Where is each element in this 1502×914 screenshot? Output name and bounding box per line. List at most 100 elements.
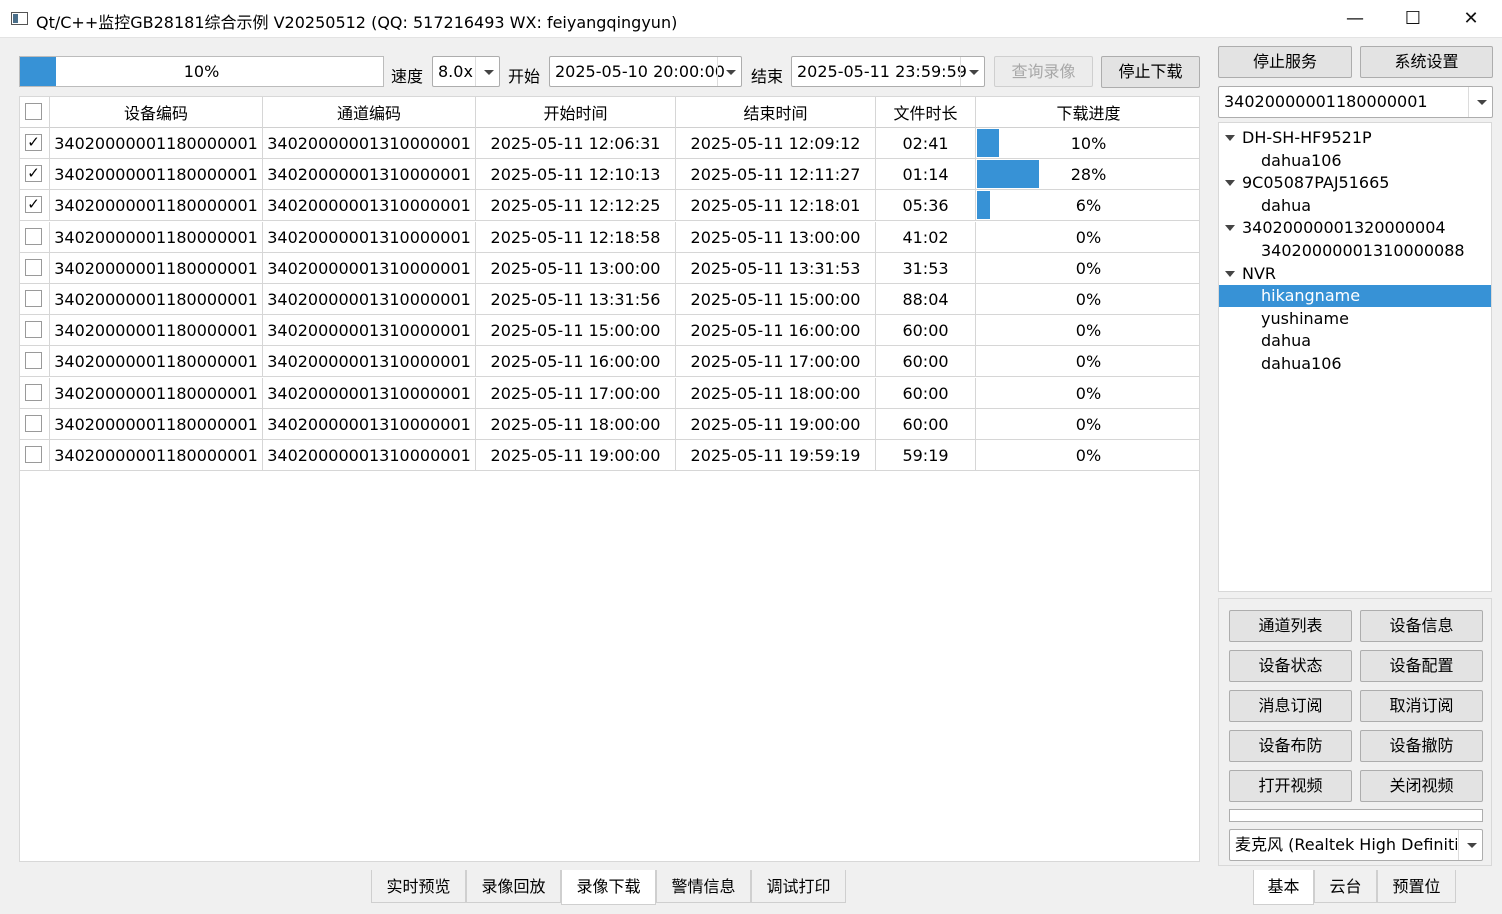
row-checkbox[interactable] <box>25 227 42 245</box>
start-datetime-input[interactable]: 2025-05-10 20:00:00 <box>549 56 742 87</box>
cell-download-progress: 0% <box>976 409 1199 440</box>
device-config-button[interactable]: 设备配置 <box>1360 650 1483 682</box>
recording-table: 设备编码 通道编码 开始时间 结束时间 文件时长 下载进度 ✓ 340200000… <box>19 96 1200 862</box>
tree-leaf-node[interactable]: dahua106 <box>1219 353 1491 375</box>
tree-leaf-node[interactable]: dahua <box>1219 195 1491 217</box>
speed-select[interactable]: 8.0x <box>432 56 500 87</box>
device-select[interactable]: 34020000001180000001 <box>1218 86 1493 118</box>
disarm-device-button[interactable]: 设备撤防 <box>1360 730 1483 762</box>
row-checkbox[interactable] <box>25 414 42 432</box>
expand-arrow-icon[interactable] <box>1225 180 1235 187</box>
cell-end-time: 2025-05-11 13:00:00 <box>676 221 876 253</box>
row-checkbox-cell[interactable]: ✓ <box>20 159 50 191</box>
close-button[interactable]: ✕ <box>1442 0 1500 38</box>
tree-group-node[interactable]: NVR <box>1219 263 1491 285</box>
table-row[interactable]: 34020000001180000001 34020000001310000001… <box>20 408 1199 440</box>
select-all-checkbox[interactable] <box>25 103 42 120</box>
unsubscribe-button[interactable]: 取消订阅 <box>1360 690 1483 722</box>
expand-arrow-icon[interactable] <box>1225 270 1235 277</box>
tab-preset[interactable]: 预置位 <box>1377 870 1456 903</box>
table-row[interactable]: 34020000001180000001 34020000001310000001… <box>20 315 1199 347</box>
arm-device-button[interactable]: 设备布防 <box>1229 730 1352 762</box>
audio-device-select[interactable]: 麦克风 (Realtek High Definiti <box>1229 829 1483 861</box>
row-checkbox[interactable] <box>25 321 42 339</box>
tree-group-node[interactable]: 34020000001320000004 <box>1219 217 1491 239</box>
device-info-button[interactable]: 设备信息 <box>1360 610 1483 642</box>
cell-device-code: 34020000001180000001 <box>50 440 263 471</box>
stop-service-button[interactable]: 停止服务 <box>1218 46 1352 78</box>
table-row[interactable]: 34020000001180000001 34020000001310000001… <box>20 346 1199 378</box>
end-datetime-input[interactable]: 2025-05-11 23:59:59 <box>791 56 985 87</box>
table-row[interactable]: ✓ 34020000001180000001 3402000000131000000… <box>20 159 1199 191</box>
volume-slider[interactable] <box>1229 809 1483 822</box>
row-checkbox[interactable] <box>25 383 42 401</box>
stop-download-button[interactable]: 停止下载 <box>1101 56 1200 88</box>
table-row[interactable]: 34020000001180000001 34020000001310000001… <box>20 440 1199 471</box>
table-row[interactable]: ✓ 34020000001180000001 3402000000131000000… <box>20 190 1199 222</box>
table-row[interactable]: 34020000001180000001 34020000001310000001… <box>20 377 1199 409</box>
row-checkbox-cell[interactable] <box>20 284 50 315</box>
row-checkbox[interactable] <box>25 352 42 370</box>
system-settings-button[interactable]: 系统设置 <box>1360 46 1493 78</box>
tree-group-node[interactable]: 9C05087PAJ51665 <box>1219 172 1491 194</box>
cell-download-progress: 0% <box>976 253 1199 284</box>
cell-device-code: 34020000001180000001 <box>50 315 263 347</box>
device-status-button[interactable]: 设备状态 <box>1229 650 1352 682</box>
row-checkbox-cell[interactable]: ✓ <box>20 190 50 222</box>
minimize-button[interactable]: — <box>1326 0 1384 38</box>
header-download-progress[interactable]: 下载进度 <box>976 97 1199 128</box>
table-row[interactable]: 34020000001180000001 34020000001310000001… <box>20 252 1199 284</box>
header-end-time[interactable]: 结束时间 <box>676 97 876 128</box>
tree-group-node[interactable]: DH-SH-HF9521P <box>1219 127 1491 149</box>
header-start-time[interactable]: 开始时间 <box>476 97 676 128</box>
row-checkbox[interactable] <box>25 446 42 463</box>
select-all-cell[interactable] <box>20 97 50 128</box>
maximize-button[interactable]: ☐ <box>1384 0 1442 38</box>
row-checkbox-cell[interactable] <box>20 315 50 347</box>
close-video-button[interactable]: 关闭视频 <box>1360 770 1483 802</box>
query-recording-button[interactable]: 查询录像 <box>994 56 1093 87</box>
tree-node-label: NVR <box>1242 263 1277 283</box>
header-duration[interactable]: 文件时长 <box>876 97 976 128</box>
expand-arrow-icon[interactable] <box>1225 225 1235 232</box>
row-checkbox-cell[interactable] <box>20 221 50 253</box>
header-channel-code[interactable]: 通道编码 <box>263 97 476 128</box>
row-checkbox[interactable]: ✓ <box>25 196 42 214</box>
expand-arrow-icon[interactable] <box>1225 135 1235 141</box>
total-progress-bar: 10% <box>19 56 384 87</box>
open-video-button[interactable]: 打开视频 <box>1229 770 1352 802</box>
tree-leaf-node[interactable]: dahua <box>1219 330 1491 352</box>
row-checkbox[interactable]: ✓ <box>25 165 42 183</box>
row-checkbox-cell[interactable] <box>20 440 50 471</box>
tab-debug[interactable]: 调试打印 <box>751 870 846 903</box>
cell-device-code: 34020000001180000001 <box>50 252 263 284</box>
tab-download[interactable]: 录像下载 <box>561 870 656 905</box>
row-checkbox-cell[interactable] <box>20 408 50 440</box>
subscribe-button[interactable]: 消息订阅 <box>1229 690 1352 722</box>
channel-list-button[interactable]: 通道列表 <box>1229 610 1352 642</box>
tree-leaf-node[interactable]: yushiname <box>1219 308 1491 330</box>
table-row[interactable]: ✓ 34020000001180000001 3402000000131000000… <box>20 128 1199 159</box>
cell-start-time: 2025-05-11 15:00:00 <box>476 315 676 347</box>
tree-leaf-node[interactable]: 34020000001310000088 <box>1219 240 1491 262</box>
tree-leaf-node[interactable]: dahua106 <box>1219 150 1491 172</box>
row-checkbox-cell[interactable] <box>20 346 50 378</box>
row-checkbox[interactable]: ✓ <box>25 134 42 151</box>
tab-ptz[interactable]: 云台 <box>1314 870 1377 903</box>
row-checkbox-cell[interactable] <box>20 252 50 284</box>
row-checkbox-cell[interactable]: ✓ <box>20 128 50 159</box>
chevron-down-icon <box>960 57 984 86</box>
table-row[interactable]: 34020000001180000001 34020000001310000001… <box>20 221 1199 253</box>
cell-download-progress: 0% <box>976 346 1199 377</box>
table-row[interactable]: 34020000001180000001 34020000001310000001… <box>20 284 1199 315</box>
tab-alarm[interactable]: 警情信息 <box>656 870 751 903</box>
row-checkbox[interactable] <box>25 290 42 307</box>
row-checkbox[interactable] <box>25 258 42 276</box>
row-checkbox-cell[interactable] <box>20 377 50 409</box>
tree-leaf-node[interactable]: hikangname <box>1219 285 1491 308</box>
tab-playback[interactable]: 录像回放 <box>466 870 561 903</box>
tab-live-preview[interactable]: 实时预览 <box>371 870 466 903</box>
cell-device-code: 34020000001180000001 <box>50 284 263 315</box>
header-device-code[interactable]: 设备编码 <box>50 97 263 128</box>
tab-basic[interactable]: 基本 <box>1253 870 1314 905</box>
